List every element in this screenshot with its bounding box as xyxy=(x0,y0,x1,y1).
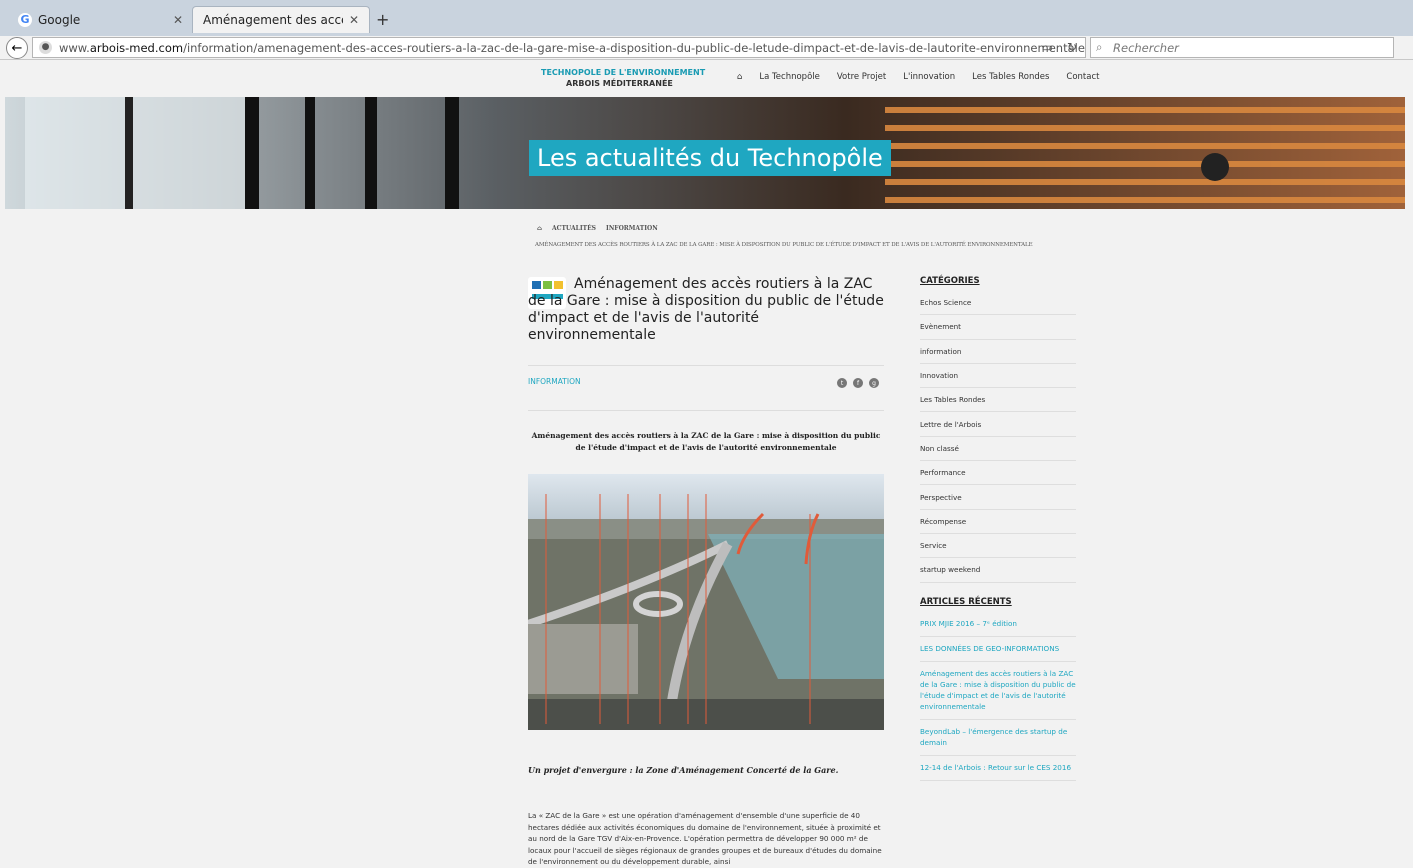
breadcrumb-actualites[interactable]: ACTUALITÉS xyxy=(552,225,596,232)
home-icon[interactable]: ⌂ xyxy=(737,72,742,82)
recent-article-link[interactable]: PRIX MJIE 2016 – 7ᵉ édition xyxy=(920,612,1076,637)
googleplus-icon[interactable]: g xyxy=(869,378,879,388)
recent-article-link[interactable]: LES DONNÉES DE GEO-INFORMATIONS xyxy=(920,637,1076,662)
globe-icon: ● xyxy=(39,41,52,54)
main-nav: ⌂ La Technopôle Votre Projet L'innovatio… xyxy=(737,72,1099,82)
reload-icon[interactable]: ↻ xyxy=(1067,40,1077,54)
divider xyxy=(528,365,884,366)
tab-google[interactable]: G Google ✕ xyxy=(8,6,193,33)
category-item[interactable]: information xyxy=(920,340,1076,364)
category-item[interactable]: Perspective xyxy=(920,485,1076,510)
brand-line1[interactable]: TECHNOPOLE DE L'ENVIRONNEMENT xyxy=(541,68,705,77)
article-subtitle: Aménagement des accès routiers à la ZAC … xyxy=(531,431,881,452)
browser-tab-bar: G Google ✕ Aménagement des accès routi..… xyxy=(0,0,1413,36)
share-buttons: t f g xyxy=(837,378,879,388)
home-icon[interactable]: ⌂ xyxy=(537,225,542,232)
site-header: TECHNOPOLE DE L'ENVIRONNEMENT ARBOIS MÉD… xyxy=(0,61,1413,97)
categories-heading: CATÉGORIES xyxy=(920,276,980,286)
category-item[interactable]: startup weekend xyxy=(920,558,1076,583)
search-icon: ⌕ xyxy=(1096,40,1103,54)
url-prefix: www. xyxy=(59,40,90,55)
aerial-photo xyxy=(528,474,884,730)
nav-item-contact[interactable]: Contact xyxy=(1066,72,1099,82)
reader-view-icon[interactable]: ▭ xyxy=(1042,40,1053,54)
browser-nav-bar: ← ● www. arbois-med.com/information/amena… xyxy=(0,36,1413,60)
url-domain: arbois-med.com xyxy=(89,40,184,55)
article-title: Aménagement des accès routiers à la ZAC … xyxy=(528,276,884,343)
recent-articles-list: PRIX MJIE 2016 – 7ᵉ édition LES DONNÉES … xyxy=(920,612,1076,781)
tab-label: Google xyxy=(38,12,81,27)
url-bar[interactable]: ● www. arbois-med.com/information/amenage… xyxy=(32,37,1086,58)
category-item[interactable]: Service xyxy=(920,534,1076,559)
nav-item-technopole[interactable]: La Technopôle xyxy=(759,72,819,82)
breadcrumb-current: AMÉNAGEMENT DES ACCÈS ROUTIERS À LA ZAC … xyxy=(535,242,1033,248)
category-item[interactable]: Evènement xyxy=(920,315,1076,340)
twitter-icon[interactable]: t xyxy=(837,378,847,388)
recent-article-link[interactable]: BeyondLab – l'émergence des startup de d… xyxy=(920,720,1076,756)
close-icon[interactable]: ✕ xyxy=(173,13,183,27)
recent-articles-heading: ARTICLES RÉCENTS xyxy=(920,597,1012,607)
category-link[interactable]: INFORMATION xyxy=(528,377,581,386)
nav-item-votre-projet[interactable]: Votre Projet xyxy=(837,72,886,82)
recent-article-link[interactable]: Aménagement des accès routiers à la ZAC … xyxy=(920,662,1076,720)
url-path: /information/amenagement-des-acces-routi… xyxy=(183,40,1086,55)
category-item[interactable]: Performance xyxy=(920,461,1076,486)
article-body: La « ZAC de la Gare » est une opération … xyxy=(528,811,882,866)
facebook-icon[interactable]: f xyxy=(853,378,863,388)
divider xyxy=(528,410,884,411)
search-placeholder: Rechercher xyxy=(1113,40,1179,55)
google-g-icon: G xyxy=(18,12,32,27)
close-icon[interactable]: ✕ xyxy=(349,13,359,27)
new-tab-button[interactable]: + xyxy=(376,10,389,29)
nav-item-innovation[interactable]: L'innovation xyxy=(903,72,955,82)
category-item[interactable]: Lettre de l'Arbois xyxy=(920,412,1076,437)
brand-line2[interactable]: ARBOIS MÉDITERRANÉE xyxy=(566,79,673,88)
category-item[interactable]: Echos Science xyxy=(920,291,1076,316)
nav-item-tables-rondes[interactable]: Les Tables Rondes xyxy=(972,72,1049,82)
search-input[interactable]: ⌕ Rechercher xyxy=(1090,37,1394,58)
article-lead: Un projet d'envergure : la Zone d'Aménag… xyxy=(528,765,839,775)
back-arrow-icon[interactable]: ← xyxy=(6,37,28,59)
tab-article[interactable]: Aménagement des accès routi... ✕ xyxy=(192,6,370,33)
category-item[interactable]: Les Tables Rondes xyxy=(920,388,1076,413)
category-item[interactable]: Innovation xyxy=(920,364,1076,389)
breadcrumb-information[interactable]: INFORMATION xyxy=(606,225,658,232)
recent-article-link[interactable]: 12-14 de l'Arbois : Retour sur le CES 20… xyxy=(920,756,1076,781)
breadcrumb: ⌂ ACTUALITÉS INFORMATION xyxy=(537,225,658,232)
tab-label: Aménagement des accès routi... xyxy=(203,13,343,27)
categories-list: Echos Science Evènement information Inno… xyxy=(920,291,1076,583)
category-item[interactable]: Non classé xyxy=(920,437,1076,462)
hero-title: Les actualités du Technopôle xyxy=(529,140,891,176)
category-item[interactable]: Récompense xyxy=(920,510,1076,534)
